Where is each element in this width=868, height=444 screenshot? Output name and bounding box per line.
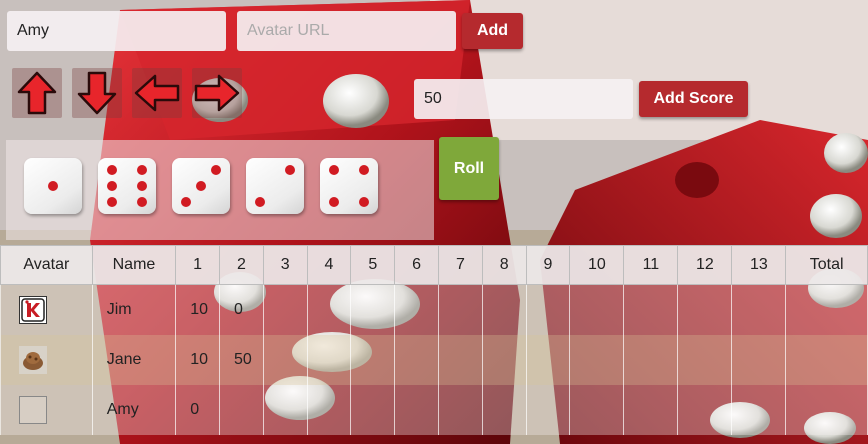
table-row: Jim 10 0 <box>0 284 868 335</box>
move-up-button[interactable] <box>12 68 62 118</box>
score-cell[interactable] <box>438 385 483 435</box>
score-cell[interactable] <box>731 385 787 435</box>
score-cell[interactable] <box>481 385 527 435</box>
column-header: 11 <box>623 245 679 285</box>
column-header: Total <box>785 245 868 285</box>
total-cell <box>785 335 868 385</box>
column-header: 9 <box>525 245 571 285</box>
score-cell[interactable]: 10 <box>175 284 221 335</box>
score-cell[interactable] <box>569 284 625 335</box>
total-cell <box>785 284 868 335</box>
player-name-input[interactable] <box>7 11 226 51</box>
score-cell[interactable]: 0 <box>175 385 221 435</box>
score-cell[interactable] <box>623 284 679 335</box>
table-row: Jane 10 50 <box>0 335 868 385</box>
score-cell[interactable]: 0 <box>219 284 264 335</box>
score-cell[interactable] <box>525 335 571 385</box>
move-left-button[interactable] <box>132 68 182 118</box>
king-card-icon <box>19 296 47 324</box>
score-cell[interactable] <box>569 335 625 385</box>
score-cell[interactable] <box>677 284 733 335</box>
score-cell[interactable] <box>731 335 787 385</box>
score-cell[interactable]: 50 <box>219 335 264 385</box>
score-cell[interactable] <box>731 284 787 335</box>
column-header: 7 <box>438 245 483 285</box>
score-cell[interactable] <box>525 385 571 435</box>
score-cell[interactable] <box>569 385 625 435</box>
score-cell[interactable] <box>262 284 308 335</box>
column-header: 12 <box>677 245 733 285</box>
score-cell[interactable] <box>394 385 439 435</box>
player-name-cell: Jim <box>91 284 177 335</box>
table-header-row: Avatar Name 1 2 3 4 5 6 7 8 9 10 11 12 1… <box>0 245 868 285</box>
score-cell[interactable] <box>481 335 527 385</box>
score-cell[interactable] <box>262 335 308 385</box>
column-header: 4 <box>306 245 352 285</box>
roll-button[interactable]: Roll <box>439 137 499 200</box>
die-4[interactable] <box>246 158 304 214</box>
column-header: 3 <box>262 245 308 285</box>
score-cell[interactable] <box>350 335 396 385</box>
die-5[interactable] <box>320 158 378 214</box>
empty-avatar <box>19 396 47 424</box>
column-header: Name <box>91 245 177 285</box>
score-cell[interactable] <box>219 385 264 435</box>
score-cell[interactable] <box>394 284 439 335</box>
column-header: 6 <box>394 245 439 285</box>
player-name-cell: Jane <box>91 335 177 385</box>
column-header: 5 <box>350 245 396 285</box>
score-cell[interactable] <box>306 385 352 435</box>
score-cell[interactable] <box>306 284 352 335</box>
score-cell[interactable] <box>525 284 571 335</box>
score-input[interactable] <box>414 79 633 119</box>
add-score-button[interactable]: Add Score <box>639 81 748 117</box>
arrow-right-icon <box>194 74 240 112</box>
total-cell <box>785 385 868 435</box>
column-header: 8 <box>481 245 527 285</box>
score-cell[interactable]: 10 <box>175 335 221 385</box>
table-row: Amy 0 <box>0 385 868 435</box>
player-name-cell: Amy <box>91 385 177 435</box>
die-2[interactable] <box>98 158 156 214</box>
column-header: 13 <box>731 245 787 285</box>
score-table: Avatar Name 1 2 3 4 5 6 7 8 9 10 11 12 1… <box>0 245 868 435</box>
avatar-cell <box>0 284 93 335</box>
score-cell[interactable] <box>623 385 679 435</box>
die-1[interactable] <box>24 158 82 214</box>
avatar-cell <box>0 335 93 385</box>
score-cell[interactable] <box>350 284 396 335</box>
arrow-up-icon <box>17 71 57 115</box>
score-cell[interactable] <box>623 335 679 385</box>
score-cell[interactable] <box>438 335 483 385</box>
dice-panel <box>6 140 434 240</box>
column-header: Avatar <box>0 245 93 285</box>
score-cell[interactable] <box>262 385 308 435</box>
column-header: 2 <box>219 245 264 285</box>
avatar-url-input[interactable] <box>237 11 456 51</box>
column-header: 1 <box>175 245 221 285</box>
die-3[interactable] <box>172 158 230 214</box>
arrow-down-icon <box>77 71 117 115</box>
food-photo-icon <box>19 346 47 374</box>
score-cell[interactable] <box>350 385 396 435</box>
move-right-button[interactable] <box>192 68 242 118</box>
score-cell[interactable] <box>677 335 733 385</box>
column-header: 10 <box>569 245 625 285</box>
score-cell[interactable] <box>306 335 352 385</box>
add-player-button[interactable]: Add <box>462 13 523 49</box>
score-cell[interactable] <box>481 284 527 335</box>
arrow-left-icon <box>134 74 180 112</box>
avatar-cell <box>0 385 93 435</box>
move-down-button[interactable] <box>72 68 122 118</box>
score-cell[interactable] <box>394 335 439 385</box>
score-cell[interactable] <box>677 385 733 435</box>
score-cell[interactable] <box>438 284 483 335</box>
